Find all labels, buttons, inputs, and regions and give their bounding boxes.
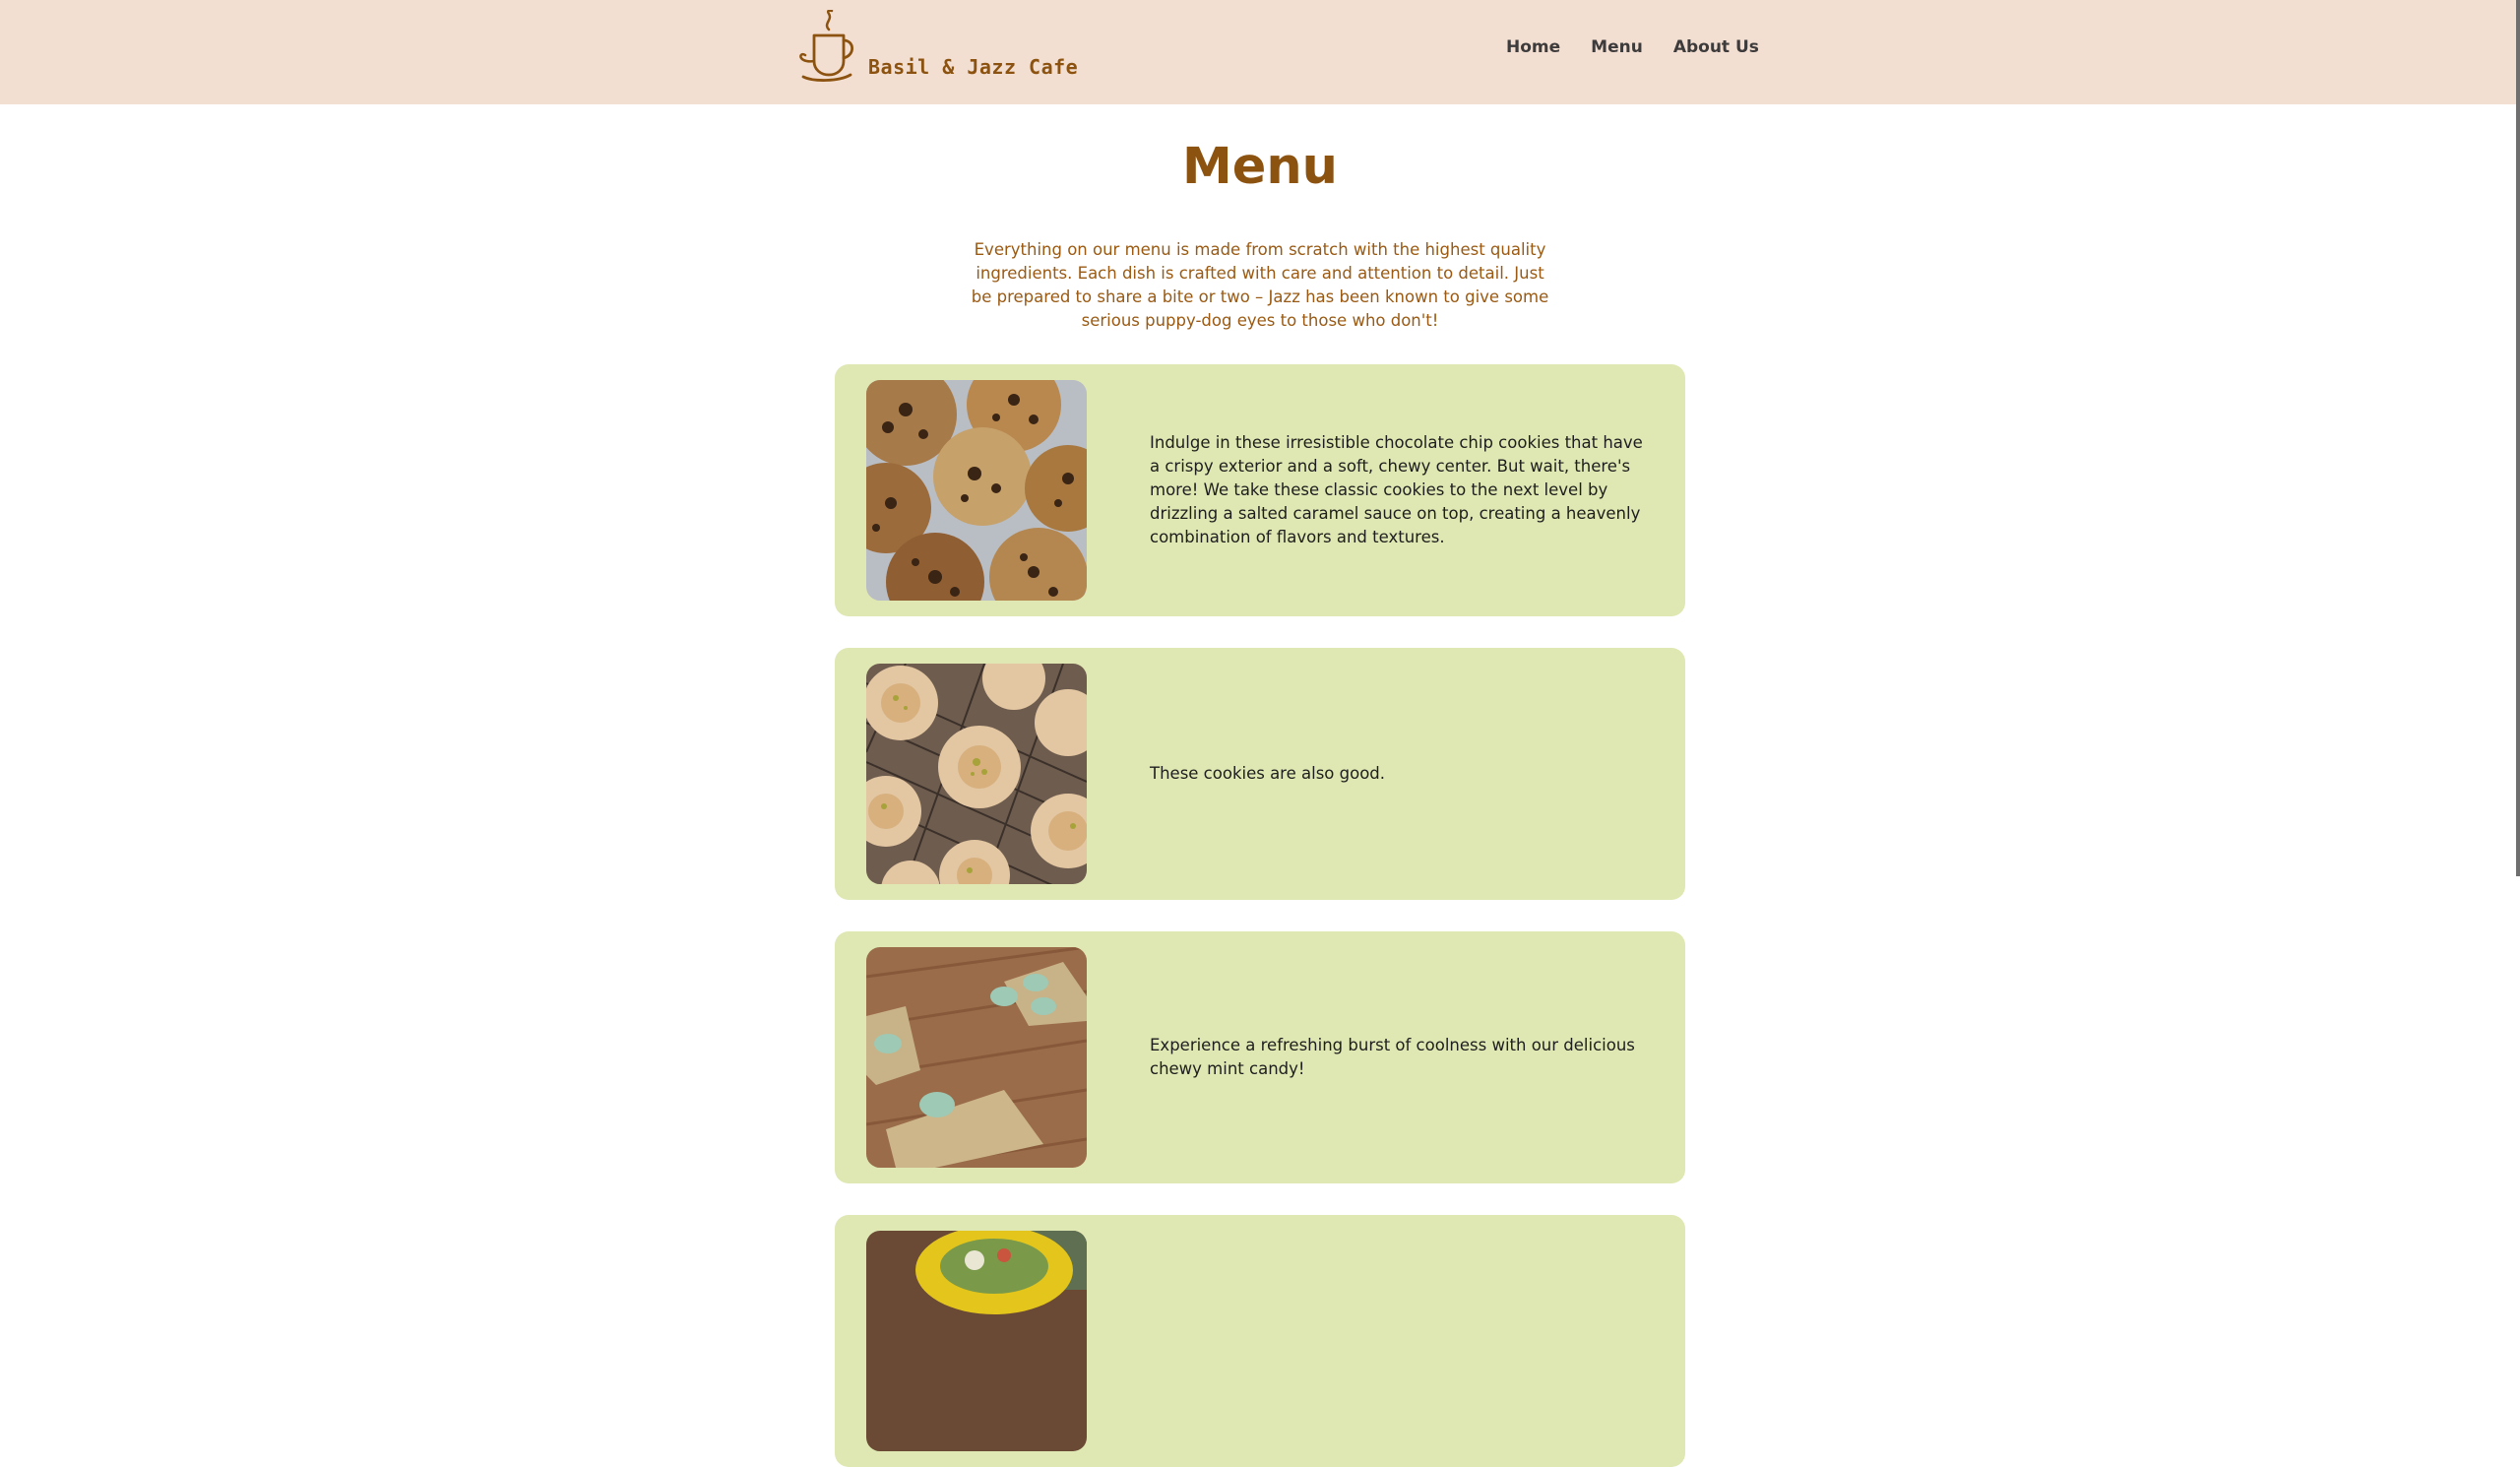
nav-home-link[interactable]: Home xyxy=(1506,37,1560,57)
menu-item-card: These cookies are also good. xyxy=(835,648,1685,900)
menu-item-card xyxy=(835,1215,1685,1467)
menu-item-card: Indulge in these irresistible chocolate … xyxy=(835,364,1685,616)
site-header: Basil & Jazz Cafe Home Menu About Us xyxy=(0,0,2520,104)
coffee-cup-icon xyxy=(799,10,854,82)
plated-dish-photo xyxy=(866,1231,1087,1451)
chocolate-chip-cookies-photo xyxy=(866,380,1087,601)
nav-about-us-link[interactable]: About Us xyxy=(1673,37,1759,57)
site-logo[interactable]: Basil & Jazz Cafe xyxy=(799,8,1078,83)
page-title: Menu xyxy=(1182,138,1338,196)
menu-item-card: Experience a refreshing burst of coolnes… xyxy=(835,931,1685,1183)
menu-item-description xyxy=(1150,1215,1657,1467)
menu-item-description: Indulge in these irresistible chocolate … xyxy=(1150,433,1643,546)
nav-menu-link[interactable]: Menu xyxy=(1591,37,1643,57)
frosted-cookies-photo xyxy=(866,664,1087,884)
menu-intro-text: Everything on our menu is made from scra… xyxy=(971,240,1549,330)
menu-item-description: These cookies are also good. xyxy=(1150,764,1386,783)
site-name: Basil & Jazz Cafe xyxy=(868,55,1079,79)
menu-item-description: Experience a refreshing burst of coolnes… xyxy=(1150,1036,1635,1078)
page-scrollbar[interactable] xyxy=(2516,0,2520,876)
main-nav: Home Menu About Us xyxy=(1506,37,1759,57)
mint-candy-photo xyxy=(866,947,1087,1168)
